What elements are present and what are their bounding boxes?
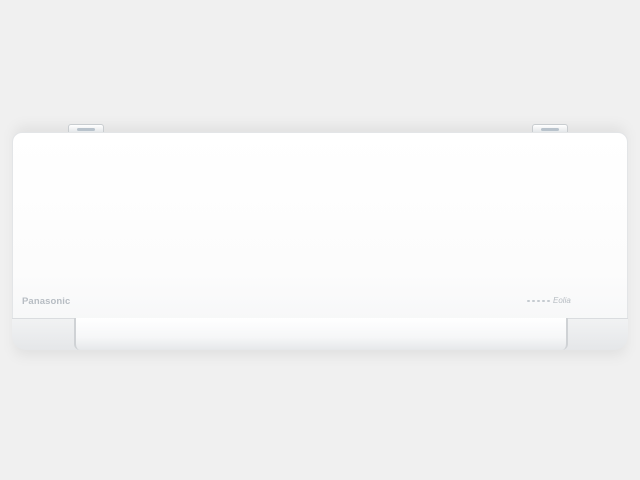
brand-logo: Panasonic <box>22 296 71 307</box>
air-conditioner-front-panel <box>12 132 628 348</box>
indicator-dot <box>527 300 530 302</box>
product-photo: Panasonic Eolia <box>0 0 640 480</box>
indicator-dots <box>527 300 550 302</box>
indicator-dot <box>542 300 545 302</box>
indicator-dot <box>532 300 535 302</box>
indicator-dot <box>547 300 550 302</box>
indicator-dot <box>537 300 540 302</box>
model-mark: Eolia <box>553 296 571 305</box>
air-outlet-louver <box>74 318 568 350</box>
